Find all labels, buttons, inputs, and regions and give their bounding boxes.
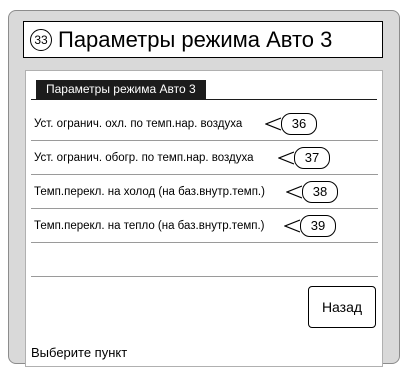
header-divider <box>31 99 377 100</box>
manual-figure-panel: 33 Параметры режима Авто 3 Параметры реж… <box>8 10 400 367</box>
callout-arrow-icon <box>286 185 302 199</box>
menu-item-label: Уст. огранич. охл. по темп.нар. воздуха <box>34 118 243 130</box>
callout-number: 36 <box>281 113 317 135</box>
callout-number: 39 <box>300 215 336 237</box>
menu-item-empty <box>31 243 382 277</box>
menu-item-cooling-limit[interactable]: Уст. огранич. охл. по темп.нар. воздуха … <box>31 107 382 141</box>
callout-pointer: 39 <box>284 215 336 237</box>
callout-number: 38 <box>302 181 338 203</box>
callout-number: 37 <box>294 147 330 169</box>
remote-controller-screen: Параметры режима Авто 3 Уст. огранич. ох… <box>25 70 383 367</box>
callout-pointer: 36 <box>265 113 317 135</box>
callout-arrow-icon <box>265 117 281 131</box>
callout-pointer: 37 <box>278 147 330 169</box>
menu-item-heating-limit[interactable]: Уст. огранич. обогр. по темп.нар. воздух… <box>31 141 382 175</box>
row-divider <box>31 276 378 277</box>
menu-item-switch-to-cool[interactable]: Темп.перекл. на холод (на баз.внутр.темп… <box>31 175 382 209</box>
screen-header: Параметры режима Авто 3 <box>36 80 206 99</box>
figure-title: 33 Параметры режима Авто 3 <box>23 21 383 58</box>
menu-item-switch-to-heat[interactable]: Темп.перекл. на тепло (на баз.внутр.темп… <box>31 209 382 243</box>
callout-pointer: 38 <box>286 181 338 203</box>
status-text: Выберите пункт <box>31 345 128 360</box>
callout-arrow-icon <box>284 219 300 233</box>
figure-title-text: Параметры режима Авто 3 <box>58 26 333 52</box>
back-button[interactable]: Назад <box>308 286 376 328</box>
figure-number-badge: 33 <box>30 28 52 51</box>
menu-item-label: Темп.перекл. на холод (на баз.внутр.темп… <box>34 186 265 198</box>
menu-item-label: Темп.перекл. на тепло (на баз.внутр.темп… <box>34 220 265 232</box>
callout-arrow-icon <box>278 151 294 165</box>
menu-item-label: Уст. огранич. обогр. по темп.нар. воздух… <box>34 152 254 164</box>
